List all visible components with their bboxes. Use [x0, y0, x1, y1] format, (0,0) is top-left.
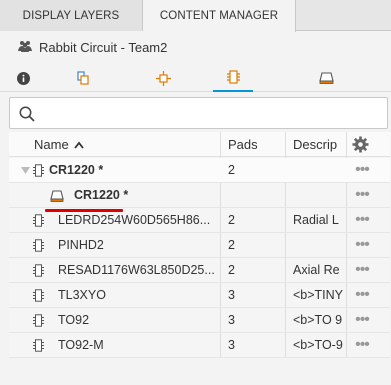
row-pads: 2: [228, 163, 235, 177]
row-name: TO92: [58, 313, 90, 327]
more-options-icon[interactable]: •••: [352, 183, 372, 208]
more-options-icon[interactable]: •••: [352, 308, 372, 333]
search-input[interactable]: [42, 103, 372, 123]
footprint-icon: [33, 339, 44, 352]
table-row[interactable]: TL3XYO 3 <b>TINY •••: [9, 283, 390, 308]
row-description: <b>TINY: [293, 288, 344, 302]
footprint-icon: [33, 264, 44, 277]
row-pads: 3: [228, 338, 235, 352]
row-description: Radial L: [293, 213, 339, 227]
table-row[interactable]: CR1220 * 2 •••: [9, 158, 390, 183]
sort-ascending-icon: [74, 141, 85, 149]
column-header-name[interactable]: Name: [34, 132, 85, 157]
row-description: [293, 158, 353, 183]
row-pads: 3: [228, 288, 235, 302]
more-options-icon[interactable]: •••: [352, 258, 372, 283]
library-icon: [77, 71, 89, 85]
footprint-icon: [33, 214, 44, 227]
more-options-icon[interactable]: •••: [352, 208, 372, 233]
row-pads: 2: [228, 238, 235, 252]
row-description: <b>TO 9: [293, 313, 343, 327]
row-pads: 3: [228, 313, 235, 327]
row-name: RESAD1176W63L850D25...: [58, 263, 215, 277]
more-options-icon[interactable]: •••: [352, 333, 372, 358]
column-header-description[interactable]: Descrip: [293, 132, 337, 157]
team-header: Rabbit Circuit - Team2: [0, 32, 391, 62]
row-name: CR1220 *: [74, 188, 129, 202]
row-pads: 2: [228, 213, 235, 227]
footprint-icon: [33, 289, 44, 302]
row-pads: 2: [228, 263, 235, 277]
row-description: [293, 233, 353, 258]
tab-display-layers[interactable]: DISPLAY LAYERS: [0, 0, 143, 31]
tab-info[interactable]: [3, 64, 43, 92]
package-3d-icon: [318, 72, 334, 84]
panel-tabs: DISPLAY LAYERS CONTENT MANAGER: [0, 0, 391, 32]
row-description: <b>TO-9: [293, 338, 343, 352]
tab-packages[interactable]: [306, 64, 346, 92]
expand-triangle-icon[interactable]: [21, 167, 30, 174]
footprint-icon: [33, 164, 44, 177]
row-name: PINHD2: [58, 238, 104, 252]
row-name: CR1220 *: [49, 163, 104, 177]
info-icon: [16, 71, 30, 85]
search-icon: [19, 106, 35, 122]
row-description: Axial Re: [293, 263, 340, 277]
content-table: Name Pads Descrip CR1220 * 2 ••• CR1220 …: [9, 132, 390, 358]
tab-symbols[interactable]: [143, 64, 183, 92]
footprint-icon: [226, 70, 240, 84]
table-row[interactable]: PINHD2 2 •••: [9, 233, 390, 258]
symbol-icon: [155, 70, 171, 86]
footprint-icon: [33, 314, 44, 327]
tab-libraries[interactable]: [63, 64, 103, 92]
table-row[interactable]: CR1220 * •••: [9, 183, 390, 208]
more-options-icon[interactable]: •••: [352, 158, 372, 183]
footprint-icon: [33, 239, 44, 252]
row-description: [293, 183, 353, 208]
highlight-underline: [45, 209, 123, 212]
column-header-pads[interactable]: Pads: [228, 132, 258, 157]
page-title: Rabbit Circuit - Team2: [39, 39, 168, 55]
package-3d-icon: [50, 190, 64, 202]
table-row[interactable]: RESAD1176W63L850D25... 2 Axial Re •••: [9, 258, 390, 283]
table-header: Name Pads Descrip: [9, 132, 390, 157]
tab-content-manager[interactable]: CONTENT MANAGER: [143, 0, 296, 32]
row-name: TO92-M: [58, 338, 104, 352]
more-options-icon[interactable]: •••: [352, 283, 372, 308]
search-box: [9, 97, 388, 129]
settings-gear-icon[interactable]: [352, 136, 369, 156]
table-row[interactable]: TO92 3 <b>TO 9 •••: [9, 308, 390, 333]
row-name: TL3XYO: [58, 288, 106, 302]
team-icon: [18, 40, 32, 55]
table-row[interactable]: TO92-M 3 <b>TO-9 •••: [9, 333, 390, 358]
tab-footprints[interactable]: [213, 64, 253, 92]
content-type-tabs: [0, 64, 391, 92]
more-options-icon[interactable]: •••: [352, 233, 372, 258]
